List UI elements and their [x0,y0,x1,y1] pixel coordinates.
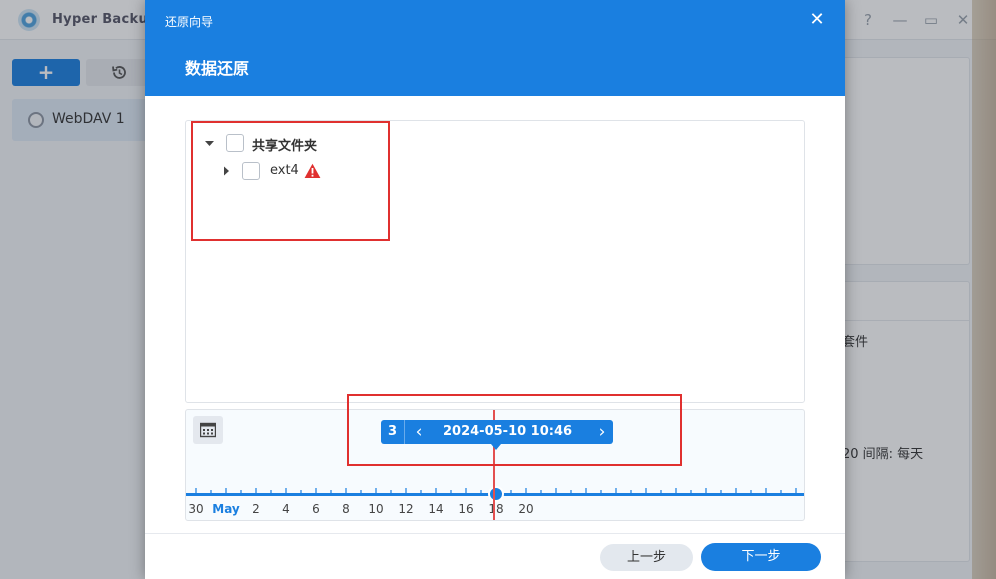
timeline-handle[interactable] [488,486,504,502]
dialog-heading: 数据还原 [185,59,250,78]
close-dialog-button[interactable]: ✕ [807,10,827,30]
previous-step-button[interactable]: 上一步 [600,544,693,571]
highlight-box-timeline [347,394,682,466]
next-step-button[interactable]: 下一步 [701,543,821,571]
timeline-tick-label: 18 [488,502,503,516]
timeline-tick-label: 8 [342,502,350,516]
timeline-tick-label: 16 [458,502,473,516]
timeline-tick-label: 2 [252,502,260,516]
timeline-tick-label: 10 [368,502,383,516]
timeline-tick-label: 4 [282,502,290,516]
timeline-month-label: May [212,502,240,516]
restore-wizard-dialog: 还原向导 ✕ 数据还原 共享文件夹 ext4 30 May 2 4 6 8 10… [145,0,845,579]
timeline-tick-label: 6 [312,502,320,516]
highlight-box-tree [191,121,390,241]
footer-divider [145,533,845,534]
timeline-tick-label: 30 [188,502,203,516]
dialog-header: 还原向导 ✕ 数据还原 [145,0,845,96]
timeline-tick-label: 20 [518,502,533,516]
timeline-tick-label: 14 [428,502,443,516]
dialog-title: 还原向导 [165,15,214,29]
timeline-tick-label: 12 [398,502,413,516]
